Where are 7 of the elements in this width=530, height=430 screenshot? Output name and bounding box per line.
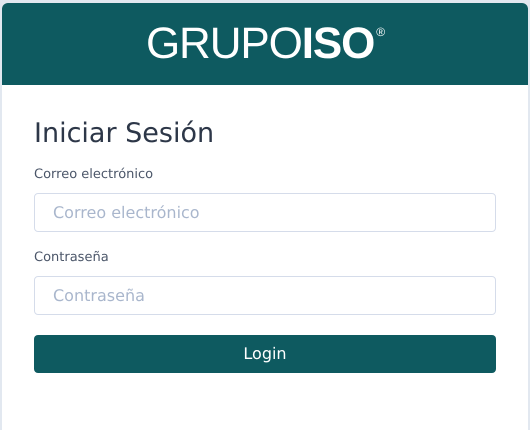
input-field[interactable]: Correo electrónico <box>34 193 496 232</box>
login-button[interactable]: Login <box>34 335 496 373</box>
field-label: Contraseña <box>34 250 110 266</box>
form-title: Iniciar Sesión <box>34 117 216 151</box>
field-label: Correo electrónico <box>34 167 154 183</box>
logo: GRUPOISO$^{®}$ <box>146 22 384 66</box>
input-field[interactable]: Contraseña <box>34 276 496 315</box>
